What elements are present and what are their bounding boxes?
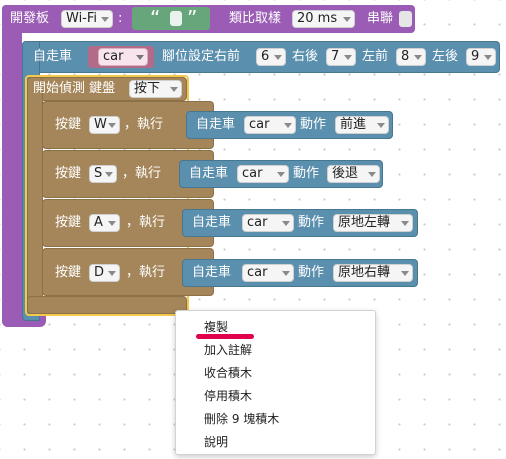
key-dropdown[interactable]: A	[89, 214, 120, 232]
action-dropdown[interactable]: 後退	[327, 165, 380, 183]
board-label: 開發板	[10, 11, 50, 26]
then-label: ，執行	[124, 117, 164, 132]
chevron-down-icon	[105, 172, 113, 177]
chevron-down-icon	[282, 221, 290, 226]
context-menu: 複製 加入註解 收合積木 停用積木 刪除 9 塊積木 說明	[175, 310, 376, 455]
action-label: 動作	[293, 166, 320, 181]
chevron-down-icon	[282, 271, 290, 276]
pin-right-back-label: 右後	[292, 49, 319, 64]
menu-item-delete[interactable]: 刪除 9 塊積木	[204, 412, 279, 426]
menu-item-help[interactable]: 說明	[204, 435, 228, 449]
pin-label: 腳位設定右前	[162, 49, 241, 64]
sampling-label: 類比取樣	[229, 11, 282, 26]
serial-label: 串聯	[367, 11, 394, 26]
board-colon: :	[118, 11, 123, 26]
action-label: 動作	[300, 117, 327, 132]
chevron-down-icon	[274, 55, 282, 60]
key-label: 按鍵	[55, 166, 82, 181]
action-dropdown[interactable]: 前進	[335, 116, 389, 134]
pin-right-back-dropdown[interactable]: 7	[326, 48, 356, 66]
pin-left-back-dropdown[interactable]: 9	[466, 48, 496, 66]
action-label: 動作	[298, 265, 325, 280]
chevron-down-icon	[108, 221, 116, 226]
chevron-down-icon	[344, 55, 352, 60]
chevron-down-icon	[401, 221, 409, 226]
board-block-left-rail[interactable]	[2, 5, 22, 327]
then-label: ，執行	[126, 265, 166, 280]
menu-item-copy[interactable]: 複製	[204, 320, 228, 334]
chevron-down-icon	[108, 123, 116, 128]
car-label: 自走車	[192, 265, 232, 280]
menu-item-add-comment[interactable]: 加入註解	[204, 343, 252, 357]
then-label: ，執行	[122, 166, 162, 181]
chevron-down-icon	[368, 172, 376, 177]
chevron-down-icon	[101, 17, 109, 22]
then-label: ，執行	[126, 215, 166, 230]
car-dropdown[interactable]: car	[237, 165, 289, 183]
chevron-down-icon	[277, 172, 285, 177]
car-name-dropdown[interactable]: car	[98, 48, 148, 66]
key-label: 按鍵	[55, 215, 82, 230]
action-dropdown[interactable]: 原地右轉	[333, 264, 413, 282]
serial-checkbox[interactable]	[399, 11, 412, 27]
keyboard-label: 開始偵測 鍵盤	[33, 81, 116, 96]
car-dropdown[interactable]: car	[242, 214, 294, 232]
key-dropdown[interactable]: D	[89, 264, 120, 282]
action-dropdown[interactable]: 原地左轉	[333, 214, 413, 232]
chevron-down-icon	[108, 271, 116, 276]
pin-left-front-dropdown[interactable]: 8	[396, 48, 426, 66]
car-dropdown[interactable]: car	[242, 264, 294, 282]
chevron-down-icon	[284, 123, 292, 128]
car-label: 自走車	[189, 166, 229, 181]
car-label: 自走車	[196, 117, 236, 132]
text-input-empty[interactable]	[170, 11, 182, 26]
action-label: 動作	[298, 215, 325, 230]
key-label: 按鍵	[55, 265, 82, 280]
chevron-down-icon	[343, 17, 351, 22]
sampling-dropdown[interactable]: 20 ms	[292, 10, 355, 28]
chevron-down-icon	[484, 55, 492, 60]
key-label: 按鍵	[55, 117, 82, 132]
car-label: 自走車	[33, 49, 73, 64]
keyboard-event-dropdown[interactable]: 按下	[129, 80, 182, 98]
quote-open: “	[150, 6, 161, 30]
menu-item-disable[interactable]: 停用積木	[204, 389, 252, 403]
car-dropdown[interactable]: car	[244, 116, 296, 134]
quote-close: ”	[187, 6, 198, 30]
board-connection-dropdown[interactable]: Wi-Fi	[61, 10, 113, 28]
chevron-down-icon	[401, 271, 409, 276]
key-dropdown[interactable]: W	[89, 116, 120, 134]
pin-left-front-label: 左前	[362, 49, 389, 64]
copy-highlight-underline	[196, 334, 254, 339]
chevron-down-icon	[170, 87, 178, 92]
car-label: 自走車	[192, 215, 232, 230]
pin-left-back-label: 左後	[432, 49, 459, 64]
pin-right-front-dropdown[interactable]: 6	[256, 48, 286, 66]
chevron-down-icon	[377, 123, 385, 128]
chevron-down-icon	[136, 55, 144, 60]
menu-item-collapse[interactable]: 收合積木	[204, 366, 252, 380]
chevron-down-icon	[414, 55, 422, 60]
key-dropdown[interactable]: S	[89, 165, 117, 183]
